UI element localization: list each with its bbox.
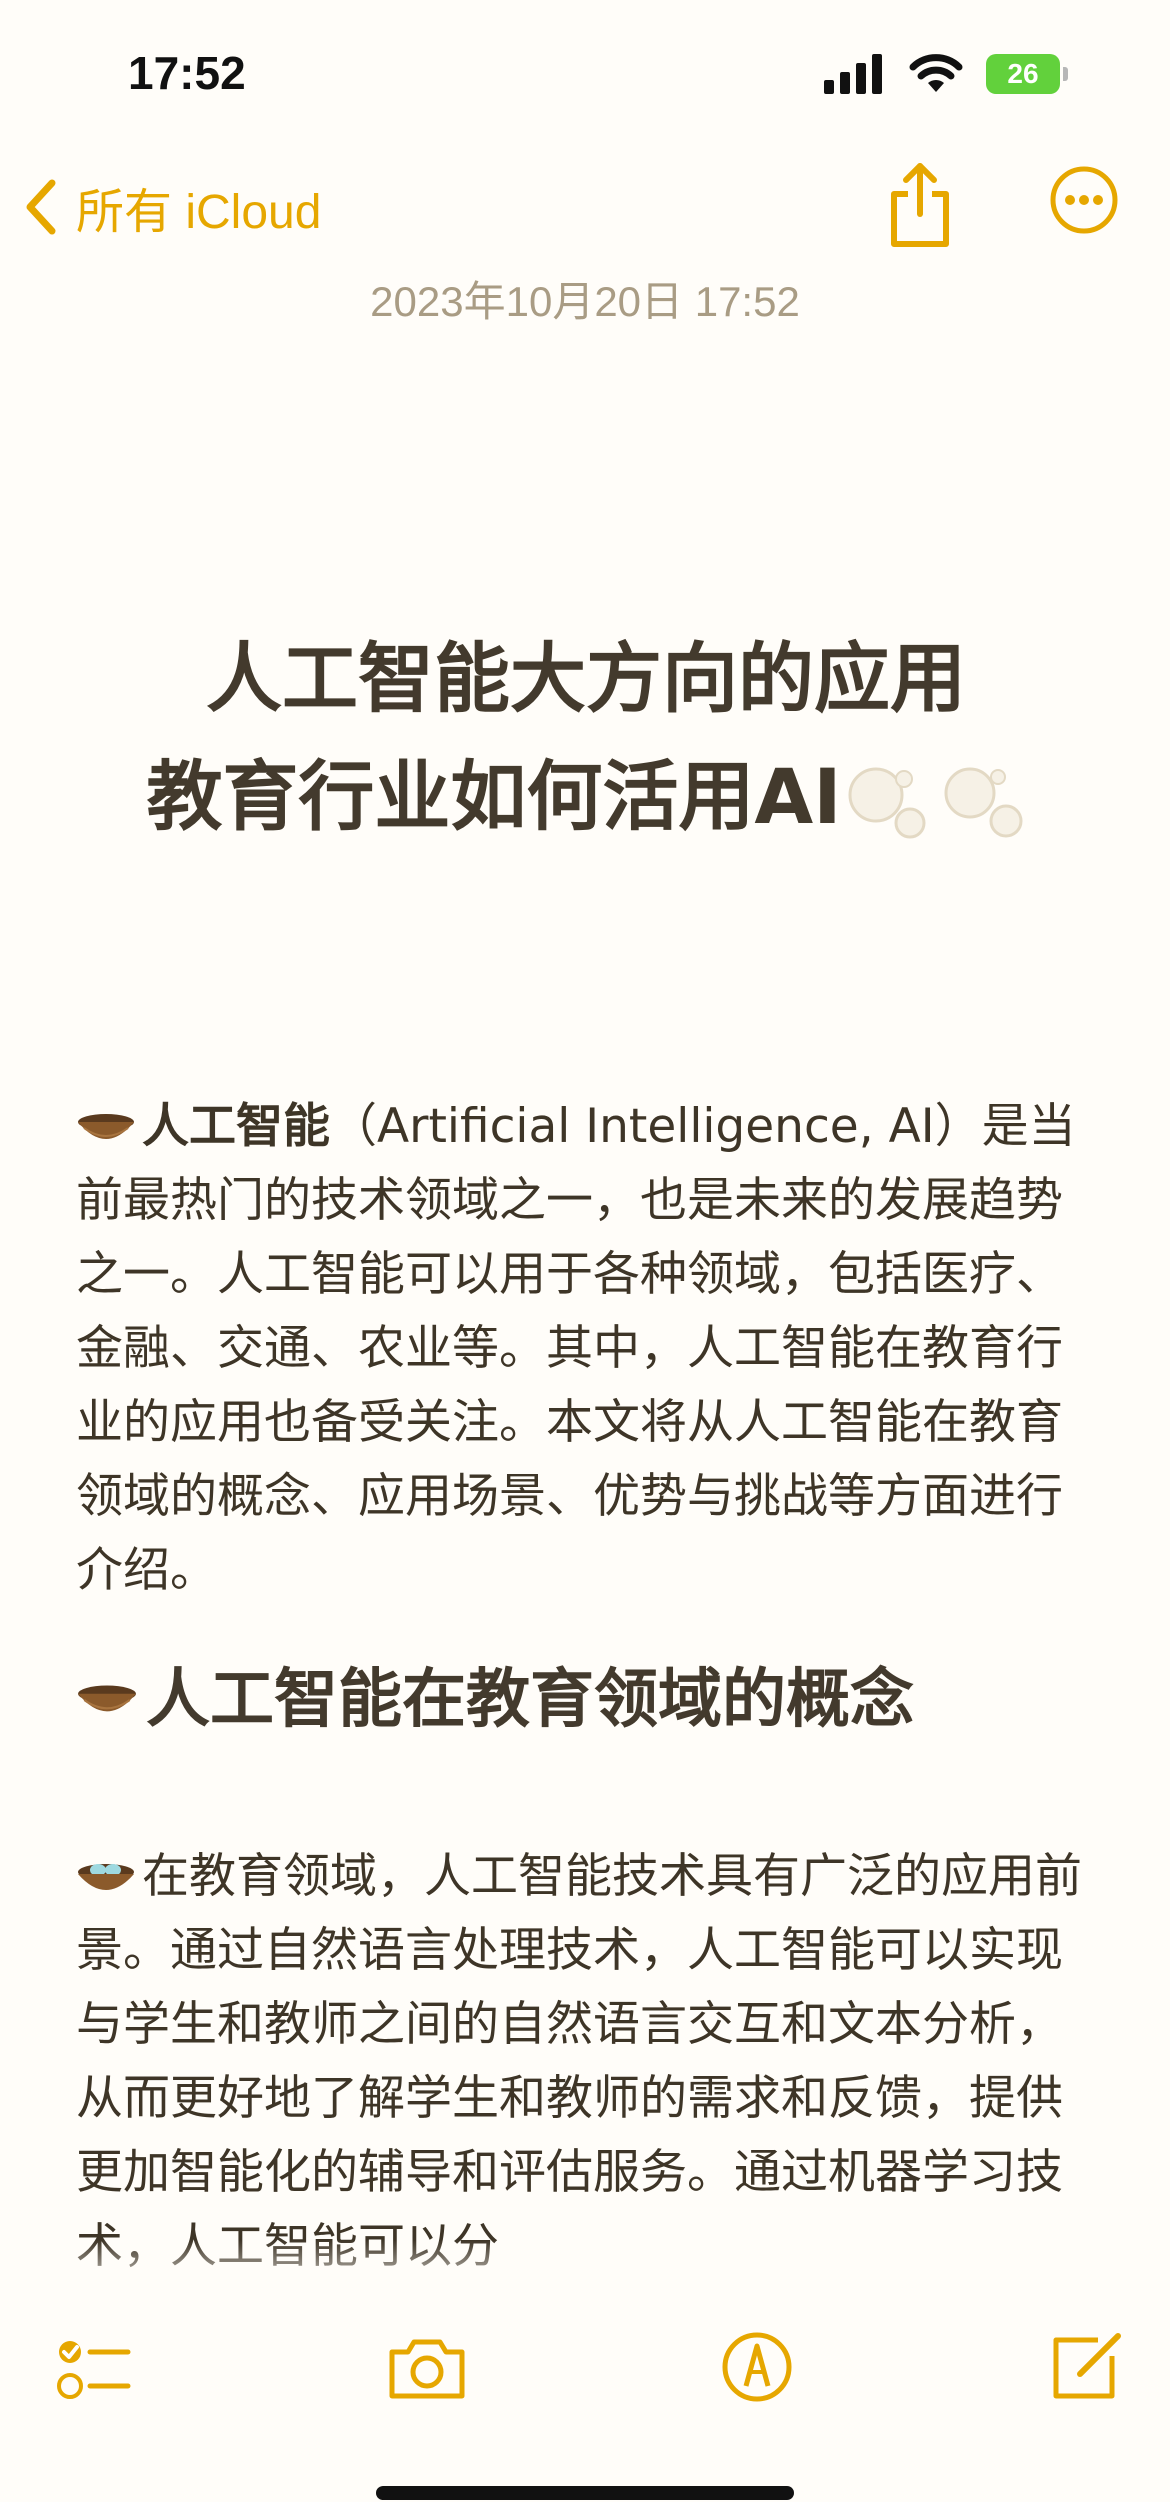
paragraph-concept: 在教育领域，人工智能技术具有广泛的应用前景。通过自然语言处理技术，人工智能可以实… — [76, 1840, 1096, 2284]
more-icon[interactable] — [1048, 164, 1120, 236]
nav-bar: 所有 iCloud — [0, 160, 1170, 260]
battery-icon: 26 — [986, 54, 1068, 94]
intro-text: （Artificial Intelligence, AI）是当前最热门的技术领域… — [76, 1099, 1076, 1598]
note-date: 2023年10月20日 17:52 — [370, 278, 800, 325]
status-bar: 17:52 26 — [0, 0, 1170, 150]
status-icons: 26 — [824, 54, 1068, 94]
compose-icon[interactable] — [1040, 2322, 1130, 2412]
checklist-icon[interactable] — [48, 2322, 138, 2412]
status-time: 17:52 — [128, 47, 246, 99]
battery-level: 26 — [1007, 58, 1039, 89]
back-label: 所有 iCloud — [76, 186, 322, 239]
home-indicator — [376, 2486, 794, 2500]
note-content[interactable]: 人工智能大方向的应用 教育行业如何活用AI 人工智能（Artificial In… — [76, 620, 1096, 2274]
nest-icon — [78, 1685, 136, 1712]
concept-text: 在教育领域，人工智能技术具有广泛的应用前景。通过自然语言处理技术，人工智能可以实… — [76, 1849, 1082, 2274]
markup-icon[interactable] — [712, 2322, 802, 2412]
note-title-line1: 人工智能大方向的应用 — [206, 634, 966, 723]
intro-bold-term: 人工智能 — [142, 1099, 330, 1154]
bubbles-icon — [848, 767, 1023, 839]
paragraph-intro: 人工智能（Artificial Intelligence, AI）是当前最热门的… — [76, 1090, 1096, 1608]
note-title-line2-text: 教育行业如何活用AI — [146, 752, 842, 841]
note-title: 人工智能大方向的应用 教育行业如何活用AI — [76, 620, 1096, 856]
camera-icon[interactable] — [382, 2322, 472, 2412]
note-title-line2: 教育行业如何活用AI — [76, 738, 1096, 856]
nest-with-eggs-icon — [78, 1864, 134, 1890]
bottom-toolbar — [0, 2300, 1170, 2440]
cellular-signal-icon — [824, 54, 882, 94]
section-heading-text: 人工智能在教育领域的概念 — [146, 1663, 914, 1737]
chevron-left-icon — [26, 179, 56, 235]
content-fade — [0, 2240, 1170, 2300]
back-button[interactable]: 所有 iCloud — [24, 172, 321, 242]
wifi-icon — [909, 54, 963, 92]
section-heading: 人工智能在教育领域的概念 — [76, 1660, 914, 1740]
nest-icon — [78, 1114, 134, 1139]
share-icon[interactable] — [880, 160, 960, 250]
